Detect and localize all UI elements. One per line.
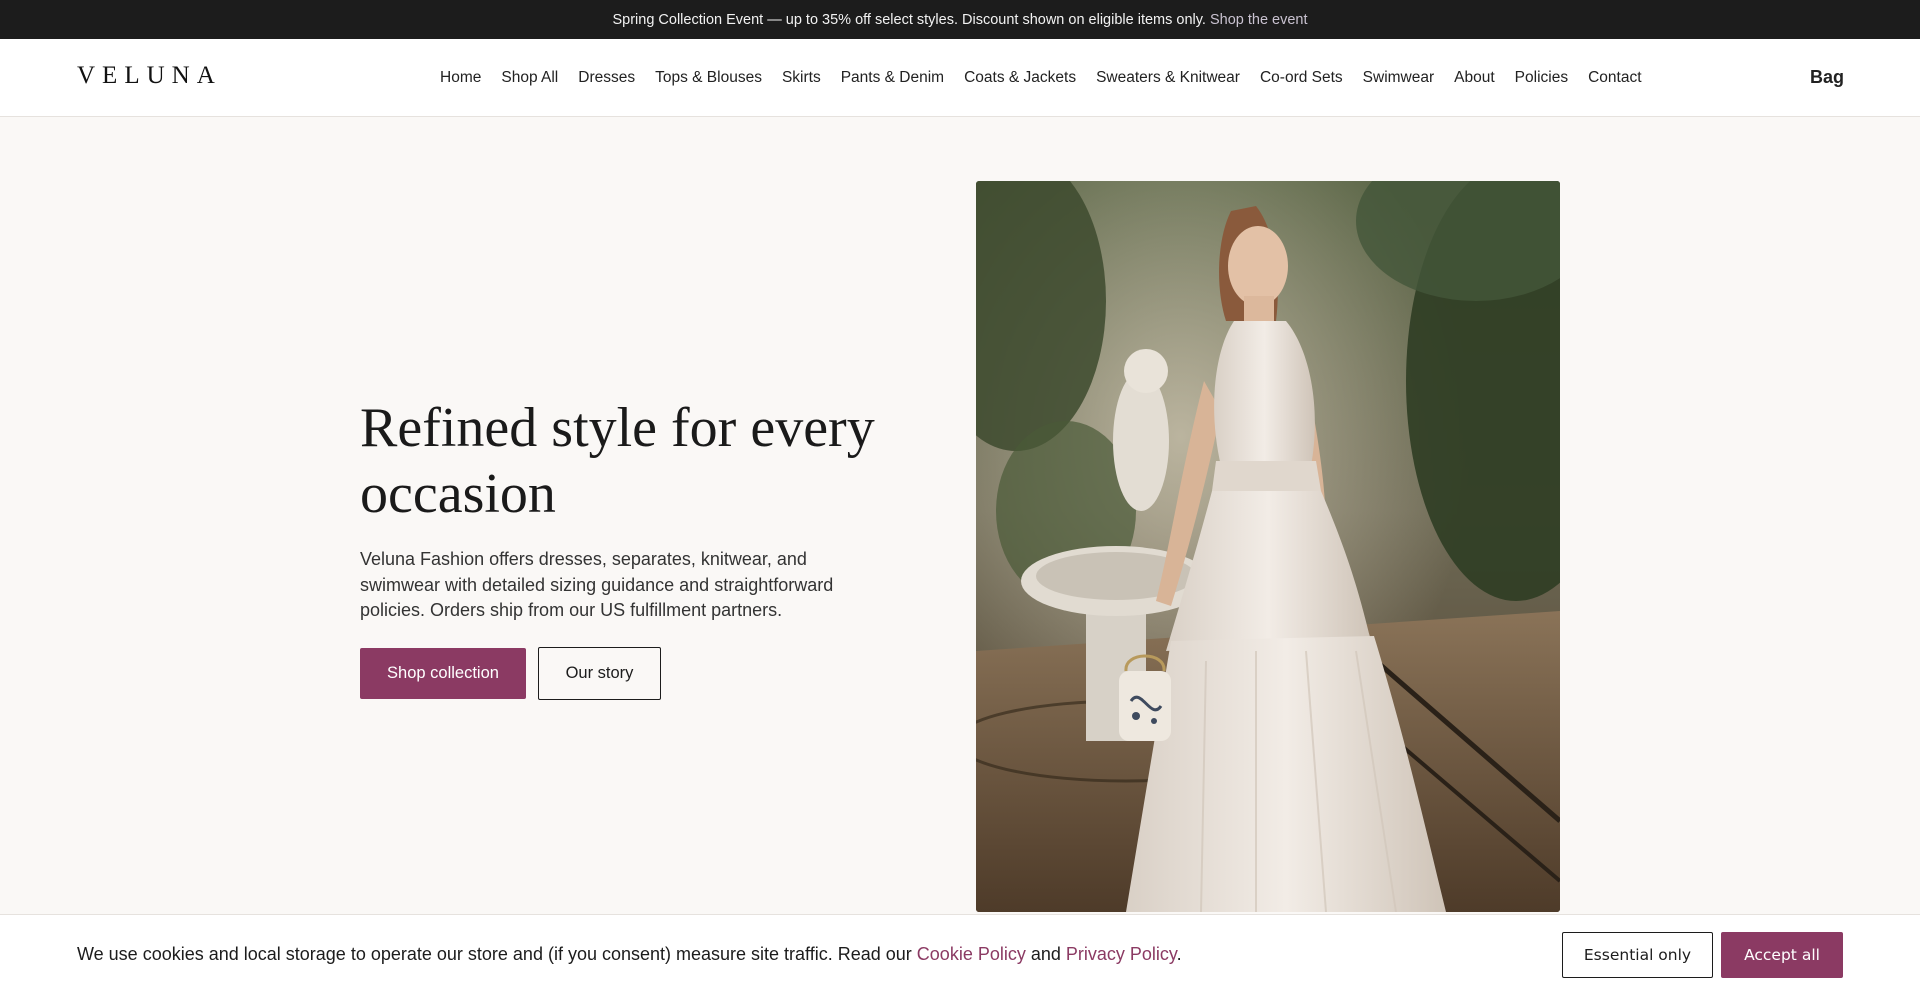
site-header: VELUNA Home Shop All Dresses Tops & Blou…: [0, 39, 1920, 117]
our-story-button[interactable]: Our story: [538, 646, 661, 700]
hero-section: Refined style for every occasion Veluna …: [360, 395, 880, 700]
nav-about[interactable]: About: [1454, 69, 1495, 87]
hero-image: [976, 181, 1560, 912]
cookie-message: We use cookies and local storage to oper…: [77, 944, 1182, 965]
site-logo[interactable]: VELUNA: [77, 62, 222, 90]
nav-tops-blouses[interactable]: Tops & Blouses: [655, 69, 762, 87]
essential-only-button[interactable]: Essential only: [1562, 932, 1713, 978]
announcement-bar: Spring Collection Event — up to 35% off …: [0, 0, 1920, 39]
nav-swimwear[interactable]: Swimwear: [1363, 69, 1434, 87]
nav-skirts[interactable]: Skirts: [782, 69, 821, 87]
nav-sweaters-knitwear[interactable]: Sweaters & Knitwear: [1096, 69, 1240, 87]
nav-pants-denim[interactable]: Pants & Denim: [841, 69, 944, 87]
shop-event-link[interactable]: Shop the event: [1210, 12, 1308, 28]
hero-photo-illustration: [976, 181, 1560, 912]
cookie-text-and: and: [1025, 944, 1066, 964]
cookie-text-after: .: [1176, 944, 1182, 964]
main-nav: Home Shop All Dresses Tops & Blouses Ski…: [440, 39, 1662, 117]
hero-buttons: Shop collection Our story: [360, 646, 880, 700]
shop-collection-button[interactable]: Shop collection: [360, 647, 526, 699]
nav-coord-sets[interactable]: Co-ord Sets: [1260, 69, 1343, 87]
nav-coats-jackets[interactable]: Coats & Jackets: [964, 69, 1076, 87]
cookie-banner: We use cookies and local storage to oper…: [0, 914, 1920, 993]
nav-shop-all[interactable]: Shop All: [501, 69, 558, 87]
hero-title: Refined style for every occasion: [360, 397, 875, 525]
nav-home[interactable]: Home: [440, 69, 481, 87]
nav-contact[interactable]: Contact: [1588, 69, 1641, 87]
nav-policies[interactable]: Policies: [1515, 69, 1568, 87]
announcement-text: Spring Collection Event — up to 35% off …: [612, 11, 1206, 28]
bag-link[interactable]: Bag: [1810, 67, 1844, 88]
accept-all-button[interactable]: Accept all: [1721, 932, 1843, 978]
nav-dresses[interactable]: Dresses: [578, 69, 635, 87]
cookie-policy-link[interactable]: Cookie Policy: [917, 944, 1026, 964]
cookie-text-before: We use cookies and local storage to oper…: [77, 944, 917, 964]
hero-subtitle: Veluna Fashion offers dresses, separates…: [360, 549, 834, 620]
privacy-policy-link[interactable]: Privacy Policy: [1066, 944, 1177, 964]
